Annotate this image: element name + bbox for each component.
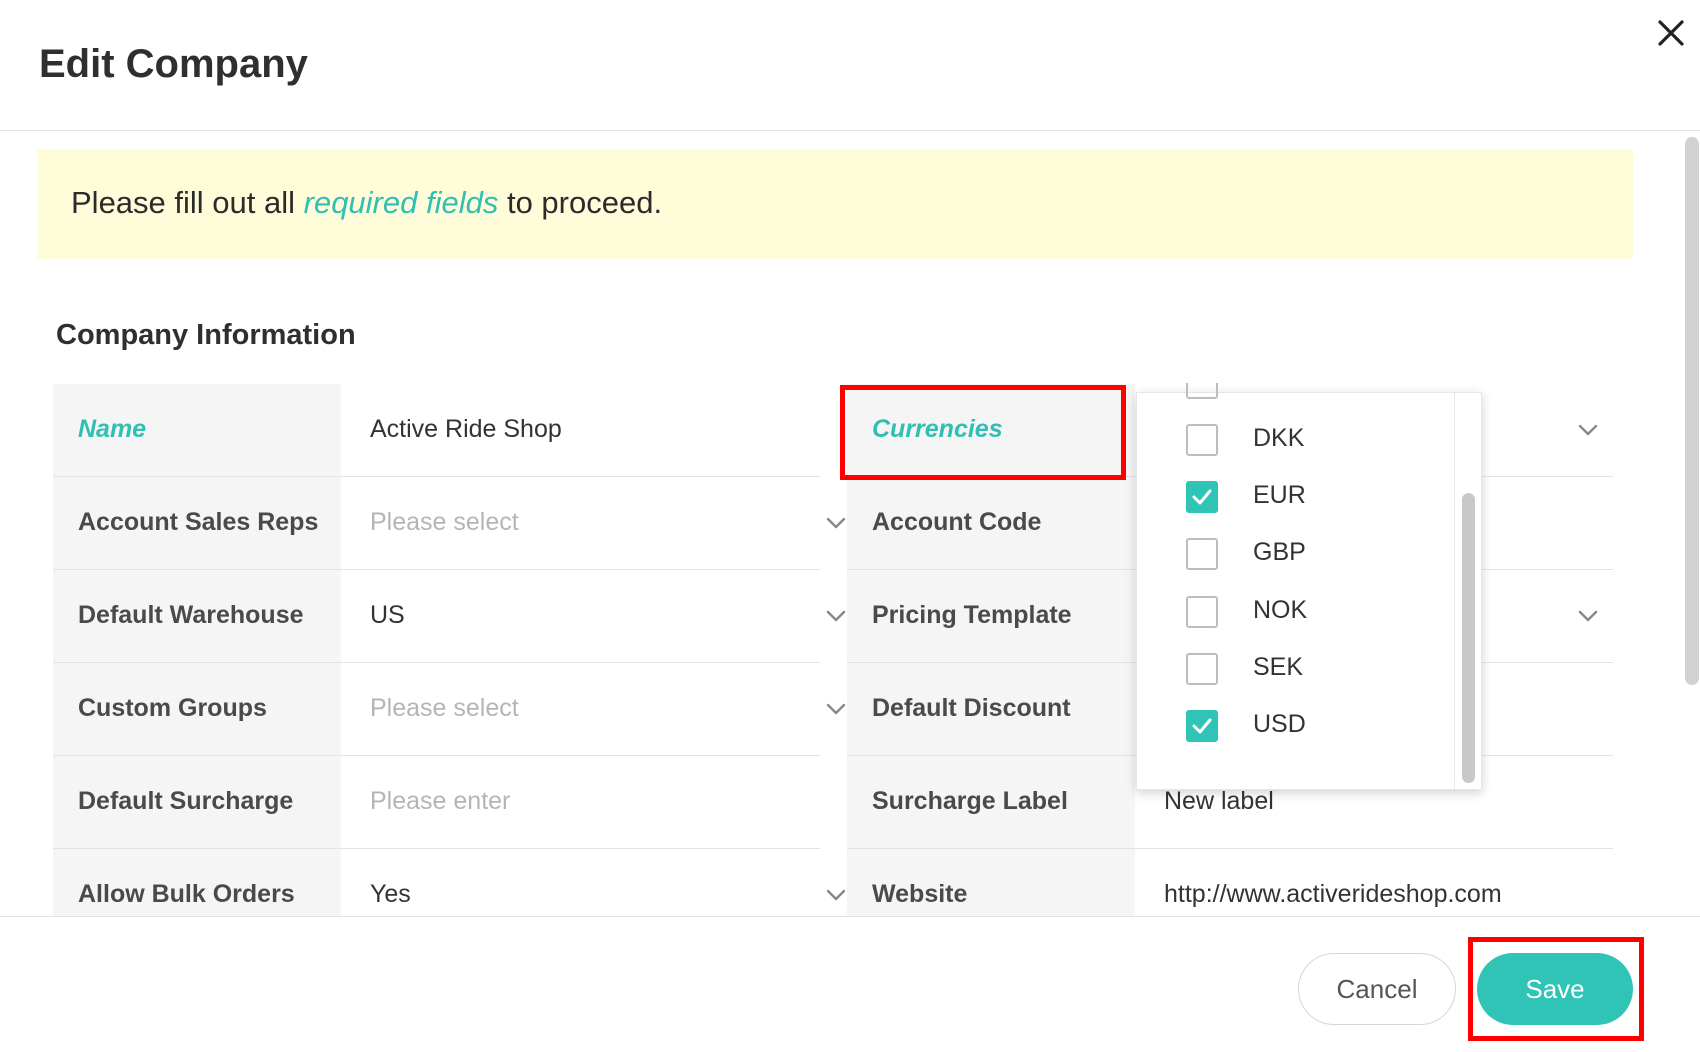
- currency-option-label: USD: [1253, 710, 1306, 738]
- checkbox-unchecked-icon[interactable]: [1186, 653, 1218, 685]
- checkbox-unchecked-icon[interactable]: [1186, 424, 1218, 456]
- currency-option-label: EUR: [1253, 481, 1306, 509]
- currency-option-label: DKK: [1253, 424, 1305, 452]
- field-label-default-warehouse: Default Warehouse: [78, 601, 304, 629]
- currency-option-gbp[interactable]: GBP: [1137, 524, 1453, 580]
- required-fields-notice: Please fill out all required fields to p…: [38, 149, 1633, 259]
- field-label-cell: Default Surcharge: [53, 756, 341, 848]
- checkbox-checked-icon[interactable]: [1186, 481, 1218, 513]
- field-label-cell: Website: [847, 849, 1135, 916]
- field-label-surcharge-label: Surcharge Label: [872, 787, 1068, 815]
- dropdown-scroll-track: [1454, 393, 1455, 789]
- field-label-account-code: Account Code: [872, 508, 1042, 536]
- field-label-website: Website: [872, 880, 968, 908]
- website-value: http://www.activerideshop.com: [1164, 880, 1502, 908]
- default-warehouse-select[interactable]: US: [341, 570, 846, 662]
- modal-title: Edit Company: [39, 42, 308, 86]
- save-button[interactable]: Save: [1477, 953, 1633, 1025]
- field-label-allow-bulk-orders: Allow Bulk Orders: [78, 880, 295, 908]
- currency-option-sek[interactable]: SEK: [1137, 639, 1453, 695]
- page-scrollbar[interactable]: [1685, 137, 1699, 685]
- chevron-down-icon: [1578, 424, 1598, 436]
- dropdown-scrollbar[interactable]: [1462, 493, 1475, 783]
- field-label-account-sales-reps: Account Sales Reps: [78, 508, 319, 536]
- name-value: Active Ride Shop: [370, 415, 562, 443]
- account-sales-reps-placeholder: Please select: [370, 508, 519, 536]
- close-button[interactable]: [1648, 10, 1694, 56]
- field-row-website: Website http://www.activerideshop.com: [847, 849, 1613, 916]
- section-title: Company Information: [56, 319, 356, 351]
- checkbox-unchecked-icon[interactable]: [1186, 596, 1218, 628]
- checkmark-icon: [1192, 718, 1212, 734]
- default-surcharge-input[interactable]: Please enter: [341, 756, 820, 848]
- custom-groups-placeholder: Please select: [370, 694, 519, 722]
- field-label-pricing-template: Pricing Template: [872, 601, 1072, 629]
- currency-dropdown: DKK EUR GBP NOK SEK USD: [1136, 383, 1482, 790]
- allow-bulk-orders-value: Yes: [370, 880, 411, 908]
- field-label-name: Name: [78, 415, 147, 443]
- chevron-down-icon: [826, 889, 846, 901]
- allow-bulk-orders-select[interactable]: Yes: [341, 849, 846, 916]
- name-input[interactable]: Active Ride Shop: [341, 384, 820, 476]
- currency-option-eur[interactable]: EUR: [1137, 467, 1453, 523]
- required-fields-link[interactable]: required fields: [304, 185, 499, 220]
- field-row-default-warehouse: Default Warehouse US: [53, 570, 846, 663]
- field-label-cell: Account Code: [847, 477, 1135, 569]
- currency-option-label: NOK: [1253, 596, 1308, 624]
- field-label-cell: Custom Groups: [53, 663, 341, 755]
- field-label-cell: Allow Bulk Orders: [53, 849, 341, 916]
- default-warehouse-value: US: [370, 601, 405, 629]
- currency-option-label: GBP: [1253, 538, 1306, 566]
- currency-option-usd[interactable]: USD: [1137, 696, 1453, 752]
- field-label-cell: Default Warehouse: [53, 570, 341, 662]
- field-label-cell: Default Discount: [847, 663, 1135, 755]
- field-row-account-sales-reps: Account Sales Reps Please select: [53, 477, 846, 570]
- chevron-down-icon: [826, 517, 846, 529]
- field-label-cell: Currencies: [847, 384, 1135, 476]
- default-surcharge-placeholder: Please enter: [370, 787, 511, 815]
- field-row-allow-bulk-orders: Allow Bulk Orders Yes: [53, 849, 846, 916]
- notice-prefix: Please fill out all: [71, 185, 304, 220]
- website-input[interactable]: http://www.activerideshop.com: [1135, 849, 1613, 916]
- checkbox-checked-icon[interactable]: [1186, 710, 1218, 742]
- partial-checkbox: [1186, 383, 1218, 399]
- field-row-default-surcharge: Default Surcharge Please enter: [53, 756, 820, 849]
- chevron-down-icon: [826, 610, 846, 622]
- field-label-default-surcharge: Default Surcharge: [78, 787, 294, 815]
- field-label-currencies: Currencies: [872, 415, 1003, 443]
- currency-option-nok[interactable]: NOK: [1137, 582, 1453, 638]
- close-icon: [1658, 20, 1684, 46]
- field-label-default-discount: Default Discount: [872, 694, 1071, 722]
- chevron-down-icon: [826, 703, 846, 715]
- modal-header: Edit Company: [0, 0, 1700, 131]
- field-row-custom-groups: Custom Groups Please select: [53, 663, 846, 756]
- modal-footer: Cancel Save: [0, 916, 1700, 1052]
- account-sales-reps-select[interactable]: Please select: [341, 477, 846, 569]
- checkbox-unchecked-icon[interactable]: [1186, 538, 1218, 570]
- notice-suffix: to proceed.: [498, 185, 663, 220]
- currency-option-dkk[interactable]: DKK: [1137, 410, 1453, 466]
- field-label-cell: Pricing Template: [847, 570, 1135, 662]
- chevron-down-icon: [1578, 610, 1598, 622]
- checkmark-icon: [1192, 489, 1212, 505]
- field-label-cell: Surcharge Label: [847, 756, 1135, 848]
- field-label-custom-groups: Custom Groups: [78, 694, 267, 722]
- currency-option-label: SEK: [1253, 653, 1304, 681]
- field-label-cell: Account Sales Reps: [53, 477, 341, 569]
- custom-groups-select[interactable]: Please select: [341, 663, 846, 755]
- field-row-name: Name Active Ride Shop: [53, 384, 820, 477]
- surcharge-label-value: New label: [1164, 787, 1274, 815]
- cancel-button[interactable]: Cancel: [1298, 953, 1456, 1025]
- field-label-cell: Name: [53, 384, 341, 476]
